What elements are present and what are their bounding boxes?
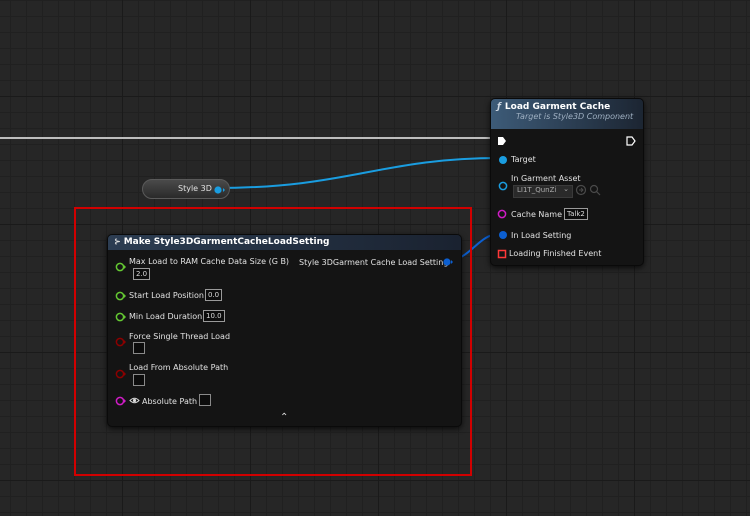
garment-asset-value: LI1T_QunZi — [517, 186, 557, 194]
exec-out-pin[interactable] — [626, 136, 636, 146]
garment-asset-label: In Garment Asset — [511, 174, 581, 183]
load-garment-cache-subtitle: Target is Style3D Component — [516, 112, 634, 121]
cache-name-label: Cache Name — [511, 210, 563, 219]
loading-finished-event-pin[interactable] — [497, 249, 507, 259]
cache-name-pin[interactable] — [497, 209, 508, 219]
style3d-variable-node[interactable]: Style 3D — [142, 179, 230, 199]
target-pin[interactable] — [498, 155, 508, 165]
use-selected-asset-icon[interactable] — [575, 184, 587, 196]
load-garment-cache-title: Load Garment Cache — [504, 102, 611, 112]
load-garment-cache-node[interactable]: ƒ Load Garment Cache Target is Style3D Co… — [490, 98, 644, 266]
selection-highlight-box — [74, 207, 472, 476]
target-label: Target — [511, 155, 536, 164]
target-wire — [215, 157, 501, 189]
loading-finished-label: Loading Finished Event — [509, 249, 602, 258]
function-icon: ƒ — [497, 102, 501, 112]
garment-asset-dropdown[interactable]: LI1T_QunZi ⌄ — [513, 185, 573, 198]
cache-name-input[interactable]: Talk2 — [564, 208, 588, 220]
load-garment-cache-header: ƒ Load Garment Cache Target is Style3D Co… — [491, 99, 643, 129]
style3d-label: Style 3D — [178, 184, 212, 193]
exec-in-pin[interactable] — [497, 136, 507, 146]
style3d-output-pin[interactable] — [213, 184, 225, 196]
chevron-down-icon: ⌄ — [563, 185, 569, 193]
browse-asset-search-icon[interactable] — [589, 184, 601, 196]
load-setting-pin[interactable] — [498, 230, 508, 240]
garment-asset-pin[interactable] — [498, 181, 508, 191]
load-setting-label: In Load Setting — [511, 231, 572, 240]
